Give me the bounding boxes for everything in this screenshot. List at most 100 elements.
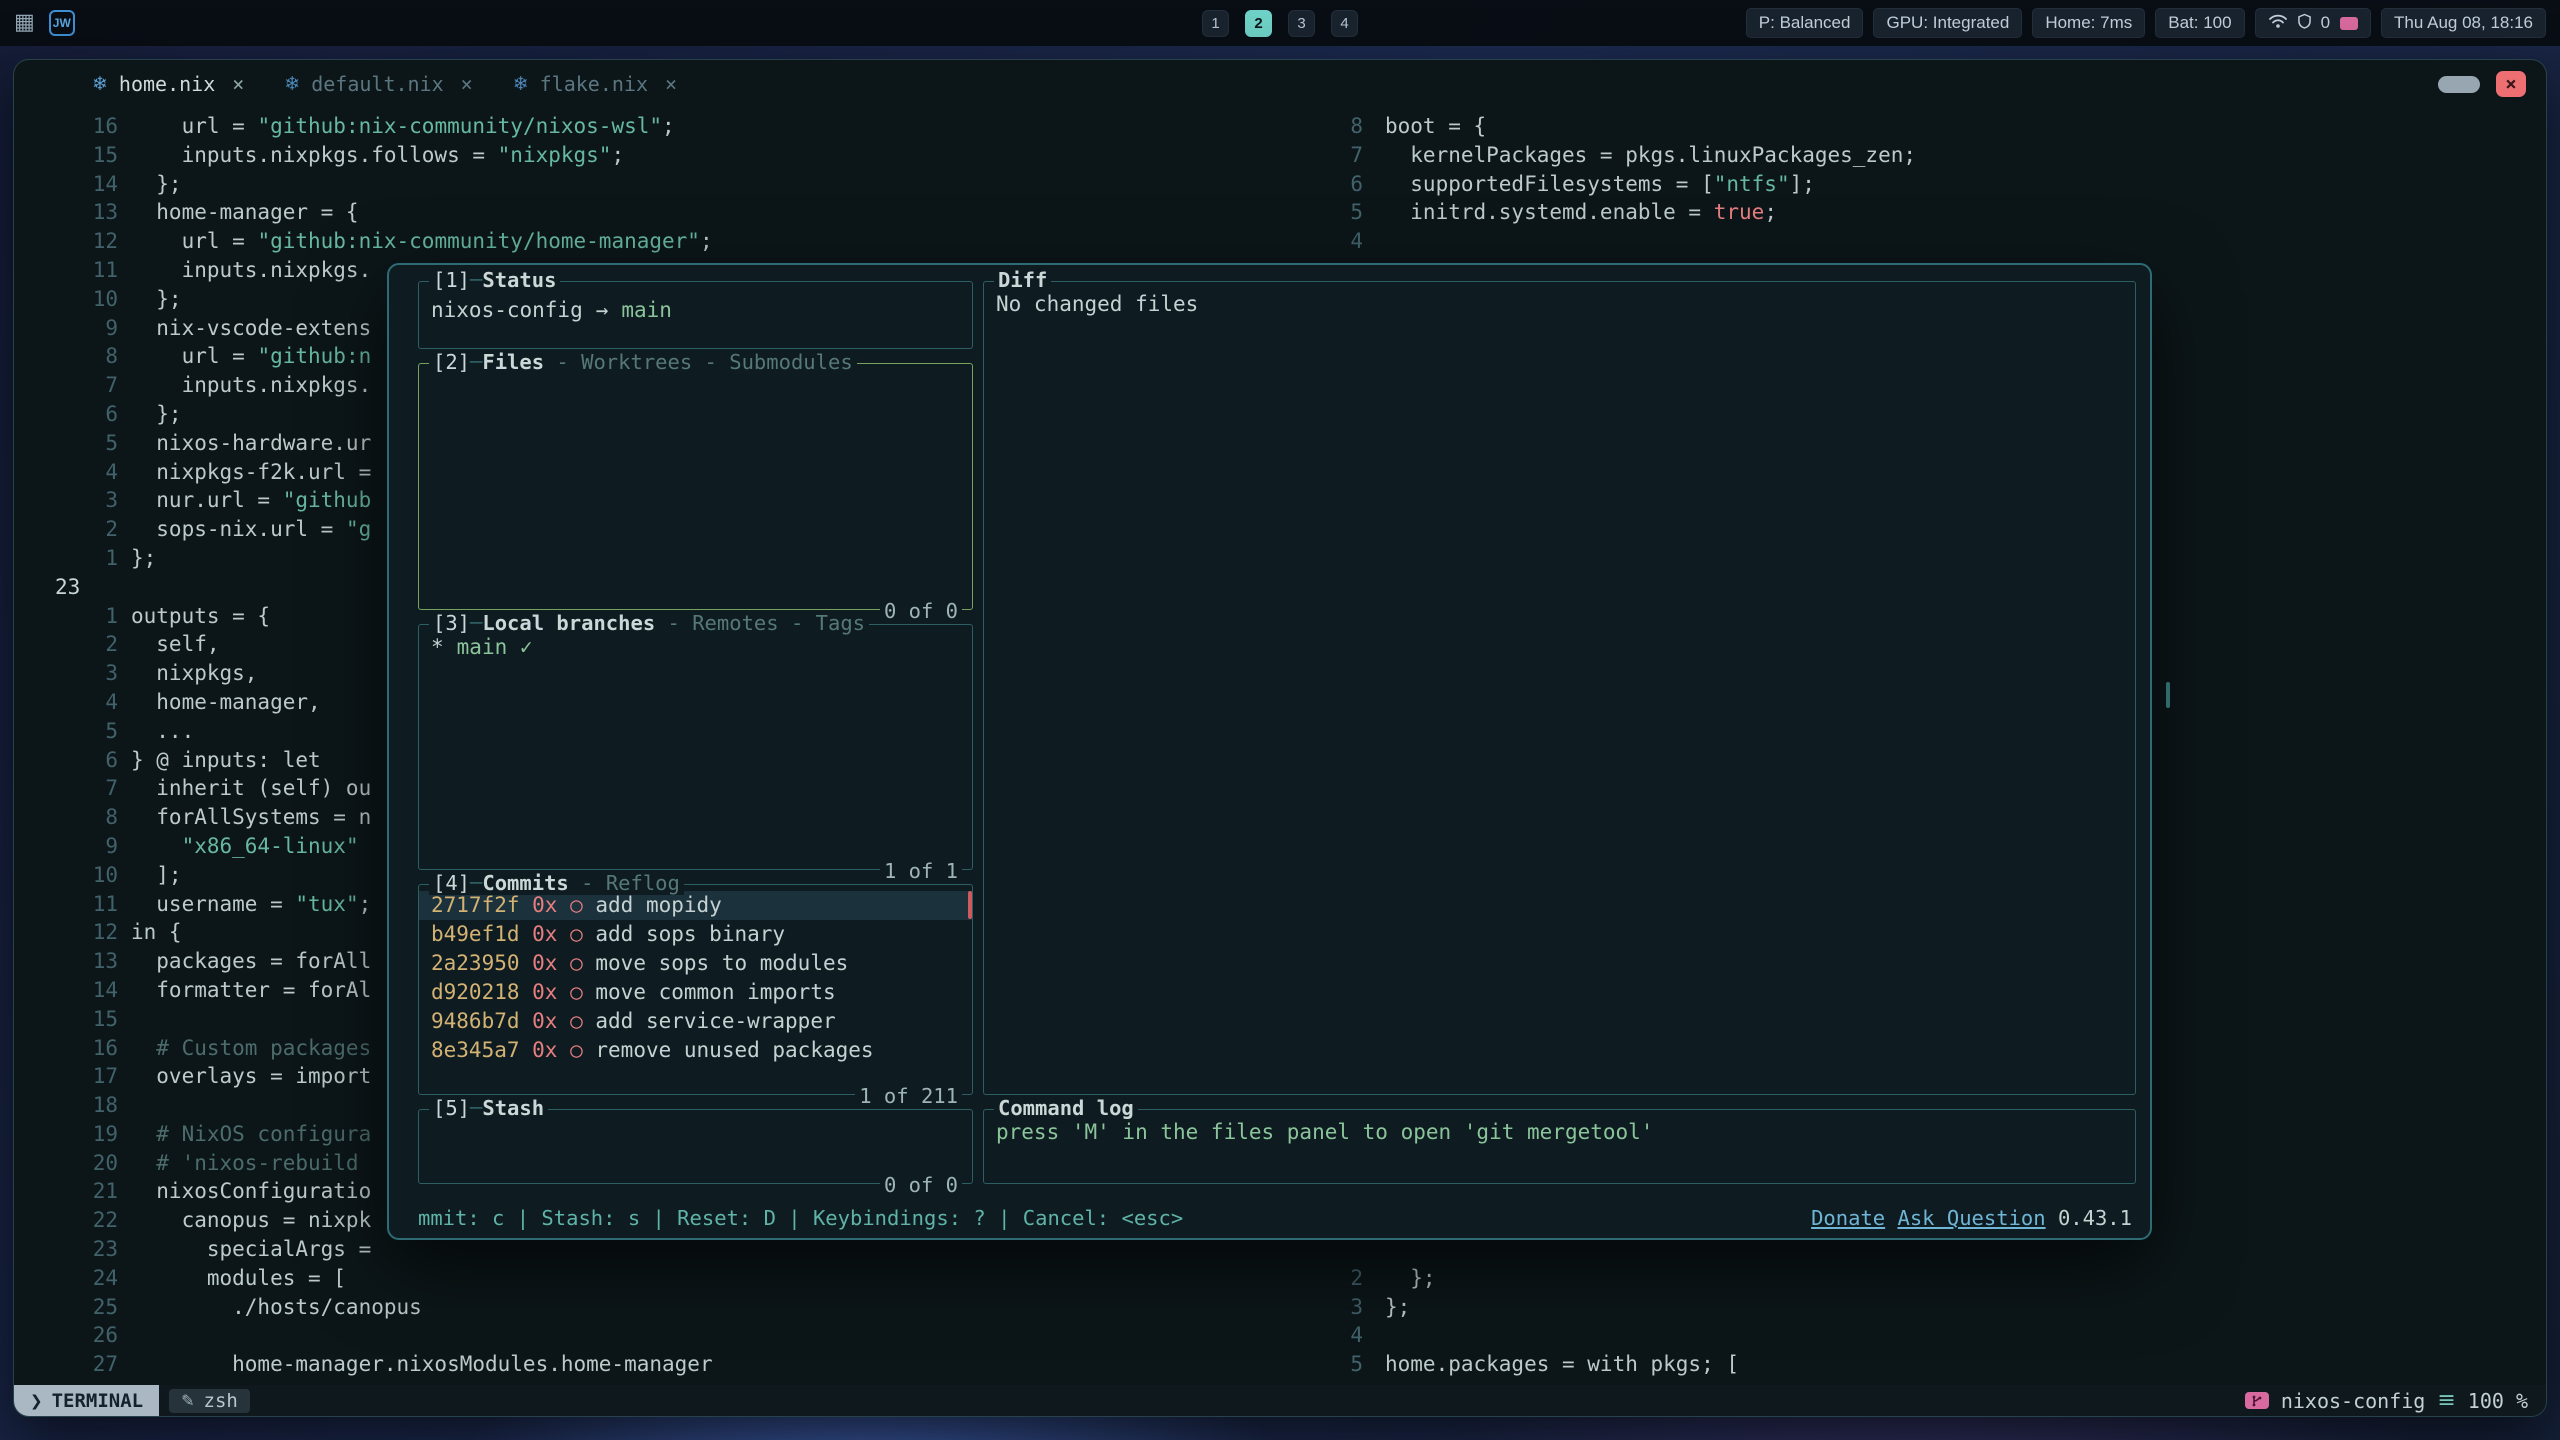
line-number: 8 — [14, 342, 118, 371]
topbar-left: ▦ JW — [0, 10, 75, 36]
line-number: 3 — [14, 486, 118, 515]
workspace-button-1[interactable]: 1 — [1202, 10, 1229, 37]
files-count: 0 of 0 — [880, 599, 962, 623]
line-number: 3 — [14, 659, 118, 688]
code-text: # NixOS configura — [131, 1120, 371, 1149]
line-number: 5 — [14, 717, 118, 746]
lazygit-stash-panel[interactable]: [5]─Stash 0 of 0 — [418, 1109, 973, 1184]
code-line: 25 ./hosts/canopus — [14, 1293, 1291, 1322]
close-button[interactable]: × — [2496, 71, 2526, 97]
code-text: overlays = import — [131, 1062, 371, 1091]
system-tray[interactable]: 0 — [2255, 8, 2371, 38]
topbar-right: P: BalancedGPU: IntegratedHome: 7msBat: … — [1746, 8, 2560, 38]
commit-row[interactable]: 8e345a7 0x ○ remove unused packages — [419, 1036, 972, 1065]
terminal-mode-icon: ❯ — [30, 1392, 43, 1410]
tab-home.nix[interactable]: ❄home.nix× — [72, 60, 264, 108]
lazygit-files-panel[interactable]: [2]─Files - Worktrees - Submodules 0 of … — [418, 363, 973, 610]
line-number: 2 — [14, 630, 118, 659]
code-text: canopus = nixpk — [131, 1206, 371, 1235]
code-line: 13 home-manager = { — [14, 198, 1291, 227]
lazygit-right-column: Diff No changed files Command log press … — [983, 281, 2136, 1184]
tab-default.nix[interactable]: ❄default.nix× — [264, 60, 492, 108]
line-number: 10 — [14, 285, 118, 314]
link-ask-question[interactable]: Ask Question — [1897, 1206, 2045, 1230]
terminal-window: ❄home.nix×❄default.nix×❄flake.nix× × 16 … — [13, 59, 2547, 1417]
commit-author: 0x — [520, 893, 558, 917]
code-text: } @ inputs: let — [131, 746, 321, 775]
keybar-links: Donate Ask Question 0.43.1 — [1811, 1206, 2132, 1230]
code-text: self, — [131, 630, 220, 659]
stash-count: 0 of 0 — [880, 1173, 962, 1197]
lazygit-left-column: [1]─Status nixos-config → main [2]─Files… — [418, 281, 973, 1184]
tab-close-icon[interactable]: × — [461, 72, 473, 96]
line-number: 3 — [1291, 1293, 1363, 1322]
clock[interactable]: Thu Aug 08, 18:16 — [2381, 8, 2546, 38]
lazygit-diff-panel[interactable]: Diff No changed files — [983, 281, 2136, 1095]
status-pill: P: Balanced — [1746, 8, 1864, 38]
line-number: 11 — [14, 890, 118, 919]
lazygit-commits-panel[interactable]: [4]─Commits - Reflog 2717f2f 0x ○ add mo… — [418, 884, 973, 1095]
statusbar-right: nixos-config ≡ 100 % — [2245, 1388, 2546, 1413]
window-controls: × — [2438, 60, 2526, 108]
tray-app-icon[interactable] — [2340, 17, 2358, 30]
logo-chip[interactable]: JW — [49, 10, 75, 36]
line-number: 4 — [1291, 1321, 1363, 1350]
line-number: 1 — [14, 544, 118, 573]
commits-scrollbar[interactable] — [968, 891, 972, 919]
code-text: }; — [1385, 1293, 1410, 1322]
line-number: 15 — [14, 141, 118, 170]
version-label: 0.43.1 — [2058, 1206, 2132, 1230]
branch-label: main ✓ — [457, 633, 533, 662]
code-text: }; — [131, 170, 182, 199]
code-text: modules = [ — [131, 1264, 346, 1293]
code-text: inputs.nixpkgs.follows = "nixpkgs"; — [131, 141, 624, 170]
line-number: 25 — [14, 1293, 118, 1322]
lazygit-branches-panel[interactable]: [3]─Local branches - Remotes - Tags * ma… — [418, 624, 973, 871]
line-number: 4 — [1291, 227, 1363, 256]
lazygit-keybar: mmit: c | Stash: s | Reset: D | Keybindi… — [418, 1206, 2132, 1230]
link-donate[interactable]: Donate — [1811, 1206, 1885, 1230]
commits-count: 1 of 211 — [855, 1084, 962, 1108]
scrollbar-thumb[interactable] — [2166, 682, 2170, 708]
code-text: }; — [131, 285, 182, 314]
minimize-button[interactable] — [2438, 76, 2480, 93]
line-number: 5 — [14, 429, 118, 458]
code-text: nixos-hardware.ur — [131, 429, 371, 458]
status-pill: GPU: Integrated — [1873, 8, 2022, 38]
wifi-icon[interactable] — [2268, 13, 2288, 34]
code-text: ... — [131, 717, 194, 746]
lazygit-status-panel[interactable]: [1]─Status nixos-config → main — [418, 281, 973, 349]
current-branch-marker: * — [431, 633, 444, 662]
commit-row[interactable]: b49ef1d 0x ○ add sops binary — [419, 920, 972, 949]
desktop: ▦ JW 1234 P: BalancedGPU: IntegratedHome… — [0, 0, 2560, 1440]
commit-row[interactable]: d920218 0x ○ move common imports — [419, 978, 972, 1007]
line-number: 21 — [14, 1177, 118, 1206]
commit-row[interactable]: 2a23950 0x ○ move sops to modules — [419, 949, 972, 978]
workspace-button-3[interactable]: 3 — [1288, 10, 1315, 37]
tab-flake.nix[interactable]: ❄flake.nix× — [493, 60, 697, 108]
panel-title: [3]─Local branches - Remotes - Tags — [429, 611, 869, 635]
commit-graph-node: ○ — [557, 980, 582, 1004]
commit-row[interactable]: 9486b7d 0x ○ add service-wrapper — [419, 1007, 972, 1036]
lazygit-command-log-panel[interactable]: Command log press 'M' in the files panel… — [983, 1109, 2136, 1184]
tab-close-icon[interactable]: × — [665, 72, 677, 96]
app-grid-icon[interactable]: ▦ — [14, 12, 35, 34]
shield-icon[interactable] — [2298, 13, 2311, 34]
keybindings-hint: mmit: c | Stash: s | Reset: D | Keybindi… — [418, 1206, 1183, 1230]
tab-close-icon[interactable]: × — [232, 72, 244, 96]
code-text: in { — [131, 918, 182, 947]
code-text: boot = { — [1385, 112, 1486, 141]
commit-row[interactable]: 2717f2f 0x ○ add mopidy — [419, 891, 972, 920]
code-text: url = "github:n — [131, 342, 371, 371]
code-text: }; — [131, 400, 182, 429]
line-number: 5 — [1291, 198, 1363, 227]
line-number: 19 — [14, 1120, 118, 1149]
code-line: 2 }; — [1291, 1264, 2546, 1293]
code-text: home-manager.nixosModules.home-manager — [131, 1350, 713, 1379]
line-number: 23 — [14, 1235, 118, 1264]
shell-chip[interactable]: ✎ zsh — [169, 1389, 250, 1413]
workspace-button-2[interactable]: 2 — [1245, 10, 1272, 37]
workspace-button-4[interactable]: 4 — [1331, 10, 1358, 37]
line-number: 6 — [14, 746, 118, 775]
nix-snowflake-icon: ❄ — [92, 73, 108, 95]
